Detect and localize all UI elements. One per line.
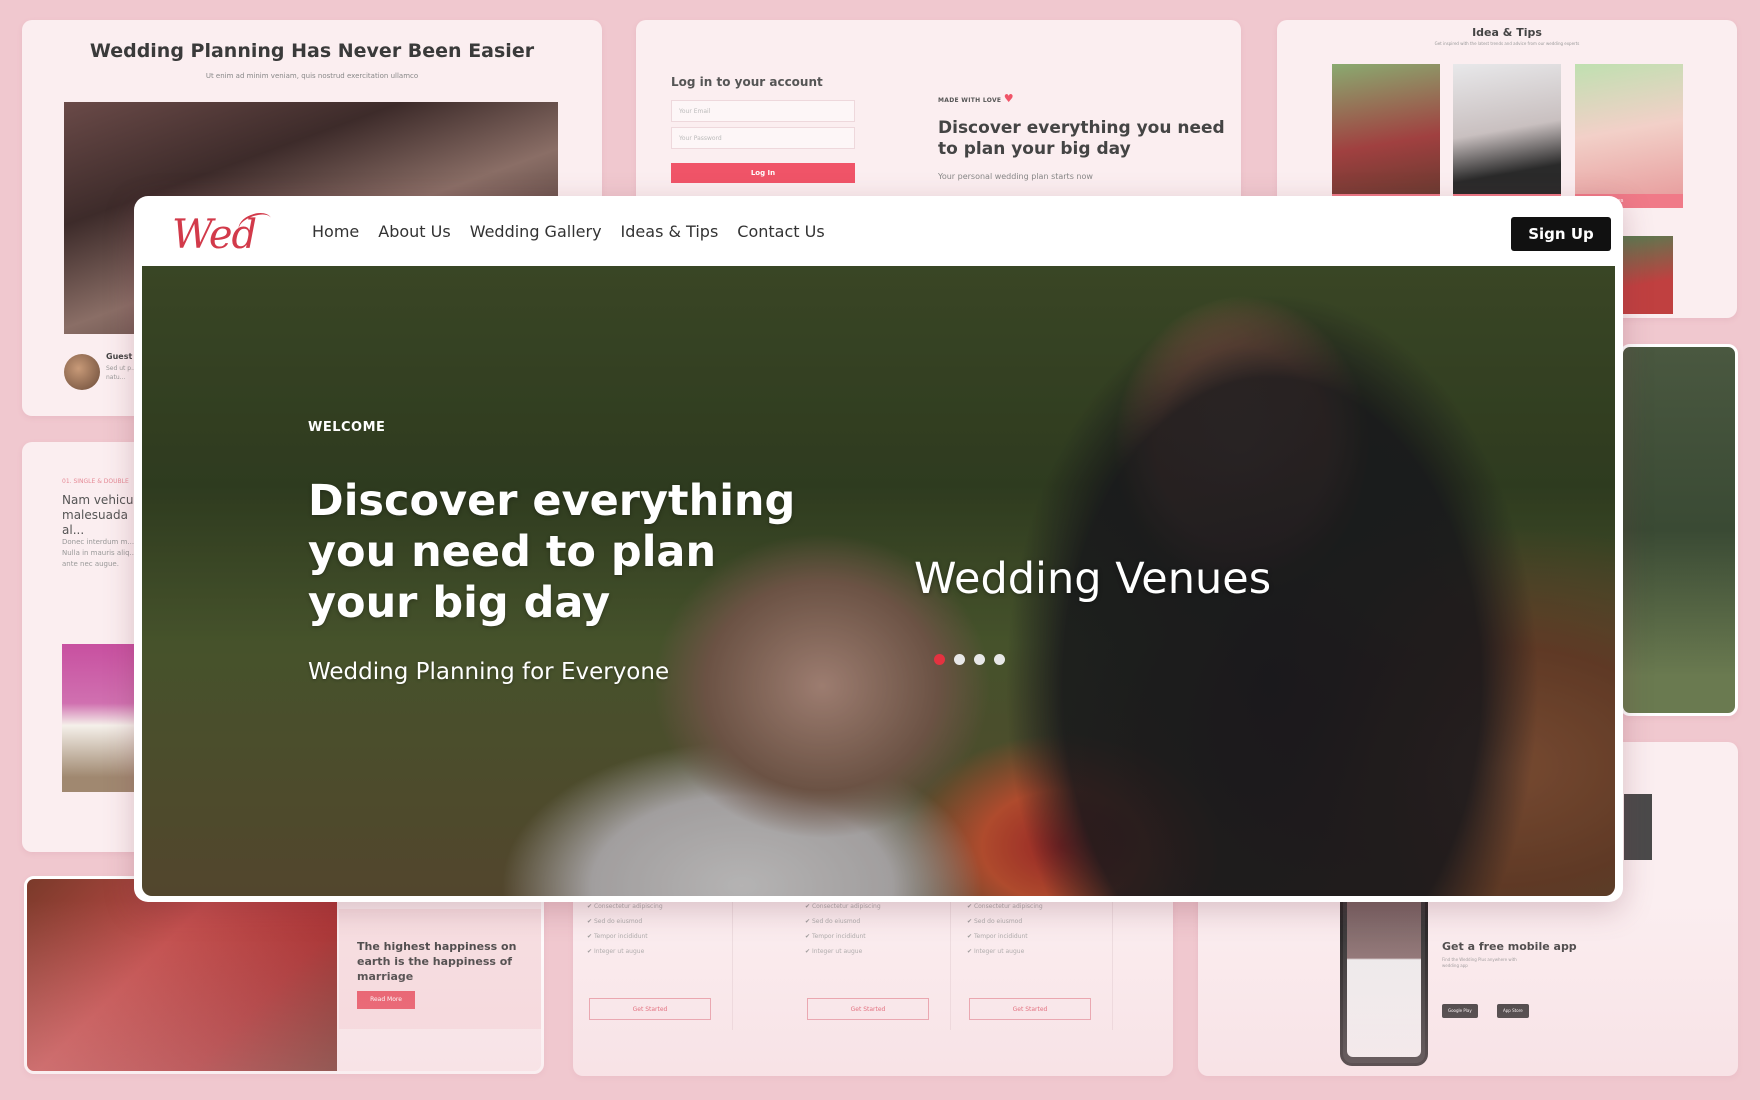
couple-image (1453, 64, 1561, 194)
slide-caption: Wedding Venues (914, 554, 1272, 604)
hero-subtitle: Wedding Planning for Everyone (308, 659, 670, 685)
nav-ideas-tips[interactable]: Ideas & Tips (621, 222, 719, 241)
slider-dot-4[interactable] (994, 654, 1005, 665)
app-subtitle: Find the Wedding Plus anywhere with wedd… (1442, 957, 1517, 968)
nav-wedding-gallery[interactable]: Wedding Gallery (470, 222, 602, 241)
guest-avatar (64, 354, 100, 390)
bride-image (1332, 64, 1440, 194)
hero-slider: WELCOME Discover everything you need to … (142, 266, 1615, 896)
email-field: Your Email (671, 100, 855, 122)
ideas-title: Idea & Tips (1472, 26, 1542, 39)
nav-contact-us[interactable]: Contact Us (737, 222, 824, 241)
pricing-item: Sed do eiusmod (967, 918, 1112, 925)
preview-card-garden (1620, 344, 1738, 716)
sign-up-button[interactable]: Sign Up (1511, 217, 1611, 251)
navbar: Wed Home About Us Wedding Gallery Ideas … (142, 204, 1615, 266)
bride-image-2 (1623, 236, 1673, 314)
slider-dot-1[interactable] (934, 654, 945, 665)
pricing-column: Lorem ipsum dolor sit Consectetur adipis… (791, 880, 951, 1030)
preview-card-quote: The highest happiness on earth is the ha… (24, 876, 544, 1074)
thumbnail-image (1624, 794, 1652, 860)
pricing-item: Consectetur adipiscing (805, 903, 950, 910)
site-logo[interactable]: Wed (172, 208, 275, 258)
pricing-item: Sed do eiusmod (587, 918, 732, 925)
bride-photo (27, 879, 337, 1071)
made-with-love-text: MADE WITH LOVE (938, 97, 1002, 104)
nav-home[interactable]: Home (312, 222, 359, 241)
app-store-badge: App Store (1497, 1004, 1529, 1018)
phone-screen (1347, 877, 1421, 1057)
pricing-item: Integer ut augue (587, 948, 732, 955)
slider-dot-2[interactable] (954, 654, 965, 665)
login-button: Log In (671, 163, 855, 183)
pricing-column: Lorem ipsum dolor sit Consectetur adipis… (573, 880, 733, 1030)
quote-text: The highest happiness on earth is the ha… (357, 940, 517, 983)
pricing-item: Consectetur adipiscing (587, 903, 732, 910)
slider-dot-3[interactable] (974, 654, 985, 665)
pricing-item: Tempor incididunt (587, 933, 732, 940)
pricing-column: Lorem ipsum dolor sit Consectetur adipis… (953, 880, 1113, 1030)
preview-card-pricing: Lorem ipsum dolor sit Consectetur adipis… (573, 880, 1173, 1076)
section-tag: 01. SINGLE & DOUBLE (62, 478, 129, 485)
guest-name: Guest (106, 352, 133, 361)
pricing-item: Integer ut augue (967, 948, 1112, 955)
login-heading: Discover everything you need to plan you… (938, 118, 1225, 159)
nav-about-us[interactable]: About Us (378, 222, 450, 241)
heart-icon: ♥ (1003, 92, 1014, 105)
planning-title: Wedding Planning Has Never Been Easier (89, 40, 535, 62)
planning-subtitle: Ut enim ad minim veniam, quis nostrud ex… (205, 72, 419, 80)
pricing-item: Tempor incididunt (967, 933, 1112, 940)
login-title: Log in to your account (671, 75, 823, 89)
pricing-item: Tempor incididunt (805, 933, 950, 940)
login-subheading: Your personal wedding plan starts now (938, 172, 1093, 181)
hero-title: Discover everything you need to plan you… (308, 476, 796, 628)
quote-box: The highest happiness on earth is the ha… (339, 909, 541, 1029)
main-nav: Home About Us Wedding Gallery Ideas & Ti… (312, 222, 844, 241)
read-more-button: Read More (357, 991, 415, 1009)
pricing-item: Consectetur adipiscing (967, 903, 1112, 910)
hero-eyebrow: WELCOME (308, 420, 386, 435)
get-started-button: Get Started (969, 998, 1091, 1020)
pricing-item: Integer ut augue (805, 948, 950, 955)
app-title: Get a free mobile app (1442, 940, 1577, 953)
cake-image (1575, 64, 1683, 194)
main-website-window: Wed Home About Us Wedding Gallery Ideas … (134, 196, 1623, 902)
pricing-item: Sed do eiusmod (805, 918, 950, 925)
slider-dots (934, 654, 1005, 665)
google-play-badge: Google Play (1442, 1004, 1478, 1018)
ideas-subtitle: Get inspired with the latest trends and … (1434, 41, 1580, 46)
preview-card-rooms: 01. SINGLE & DOUBLE Nam vehicula malesua… (22, 442, 152, 852)
get-started-button: Get Started (589, 998, 711, 1020)
get-started-button: Get Started (807, 998, 929, 1020)
made-with-love: MADE WITH LOVE ♥ (938, 92, 1014, 105)
password-field: Your Password (671, 127, 855, 149)
